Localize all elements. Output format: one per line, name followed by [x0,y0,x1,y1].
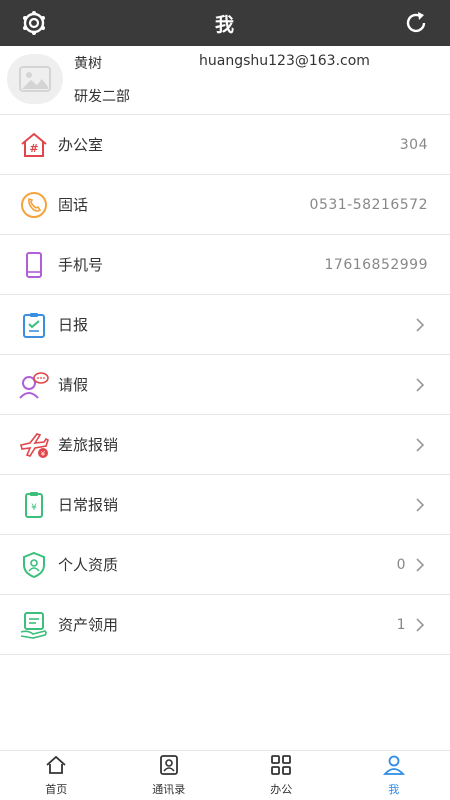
tab-home[interactable]: 首页 [0,751,113,800]
tab-label: 首页 [45,782,68,796]
qualification-count: 0 [396,556,406,573]
user-email: huangshu123@163.com [199,53,370,69]
menu-item-daily-reimbursement[interactable]: ¥ 日常报销 [0,475,450,535]
menu-item-leave[interactable]: 请假 [0,355,450,415]
tab-me[interactable]: 我 [338,751,450,800]
svg-text:¥: ¥ [41,450,46,458]
asset-icon [18,609,50,641]
menu-label: 手机号 [58,256,104,274]
menu-label: 日报 [58,316,89,334]
tab-label: 我 [388,782,400,796]
phone-icon [18,189,50,221]
user-department: 研发二部 [74,89,130,105]
page-title: 我 [214,13,235,36]
tab-office[interactable]: 办公 [225,751,338,800]
menu-label: 资产领用 [58,616,119,634]
leave-icon [18,369,50,401]
menu-item-asset[interactable]: 资产领用 1 [0,595,450,655]
office-grid-icon [269,754,293,779]
bottom-tab-bar: 首页 通讯录 办公 我 [0,750,450,800]
menu-item-landline[interactable]: 固话 0531-58216572 [0,175,450,235]
svg-text:#: # [29,142,38,155]
chevron-right-icon [412,497,428,513]
contacts-icon [157,754,181,779]
tab-label: 办公 [270,782,293,796]
chevron-right-icon [412,617,428,633]
user-icon [382,755,406,779]
daily-reimbursement-icon: ¥ [18,489,50,521]
office-number: 304 [399,136,428,153]
settings-gear-icon[interactable] [18,8,50,38]
menu-list: # 办公室 304 固话 0531-58216572 手机号 176168529… [0,115,450,655]
travel-reimbursement-icon: ¥ [18,429,50,461]
chevron-right-icon [412,437,428,453]
chevron-right-icon [412,317,428,333]
menu-label: 个人资质 [58,556,119,574]
home-icon [44,755,68,779]
menu-label: 差旅报销 [58,436,119,454]
menu-item-qualification[interactable]: 个人资质 0 [0,535,450,595]
top-bar: 我 [0,0,450,46]
menu-label: 办公室 [58,136,104,154]
mobile-number: 17616852999 [324,256,428,273]
menu-label: 固话 [58,196,89,214]
office-icon: # [18,129,50,161]
landline-number: 0531-58216572 [309,196,428,213]
svg-text:¥: ¥ [31,503,37,513]
tab-label: 通讯录 [152,782,186,796]
avatar[interactable] [7,54,63,104]
menu-item-daily-report[interactable]: 日报 [0,295,450,355]
tab-contacts[interactable]: 通讯录 [113,751,226,800]
mobile-icon [18,249,50,281]
menu-item-travel-reimbursement[interactable]: ¥ 差旅报销 [0,415,450,475]
chevron-right-icon [412,377,428,393]
menu-item-mobile[interactable]: 手机号 17616852999 [0,235,450,295]
qualification-icon [18,549,50,581]
menu-label: 日常报销 [58,496,119,514]
asset-count: 1 [396,616,406,633]
chevron-right-icon [412,557,428,573]
profile-header[interactable]: 黄树 huangshu123@163.com 研发二部 [0,46,450,115]
menu-item-office[interactable]: # 办公室 304 [0,115,450,175]
menu-label: 请假 [58,376,89,394]
daily-report-icon [18,309,50,341]
refresh-icon[interactable] [400,8,432,38]
user-name: 黄树 [74,56,102,72]
